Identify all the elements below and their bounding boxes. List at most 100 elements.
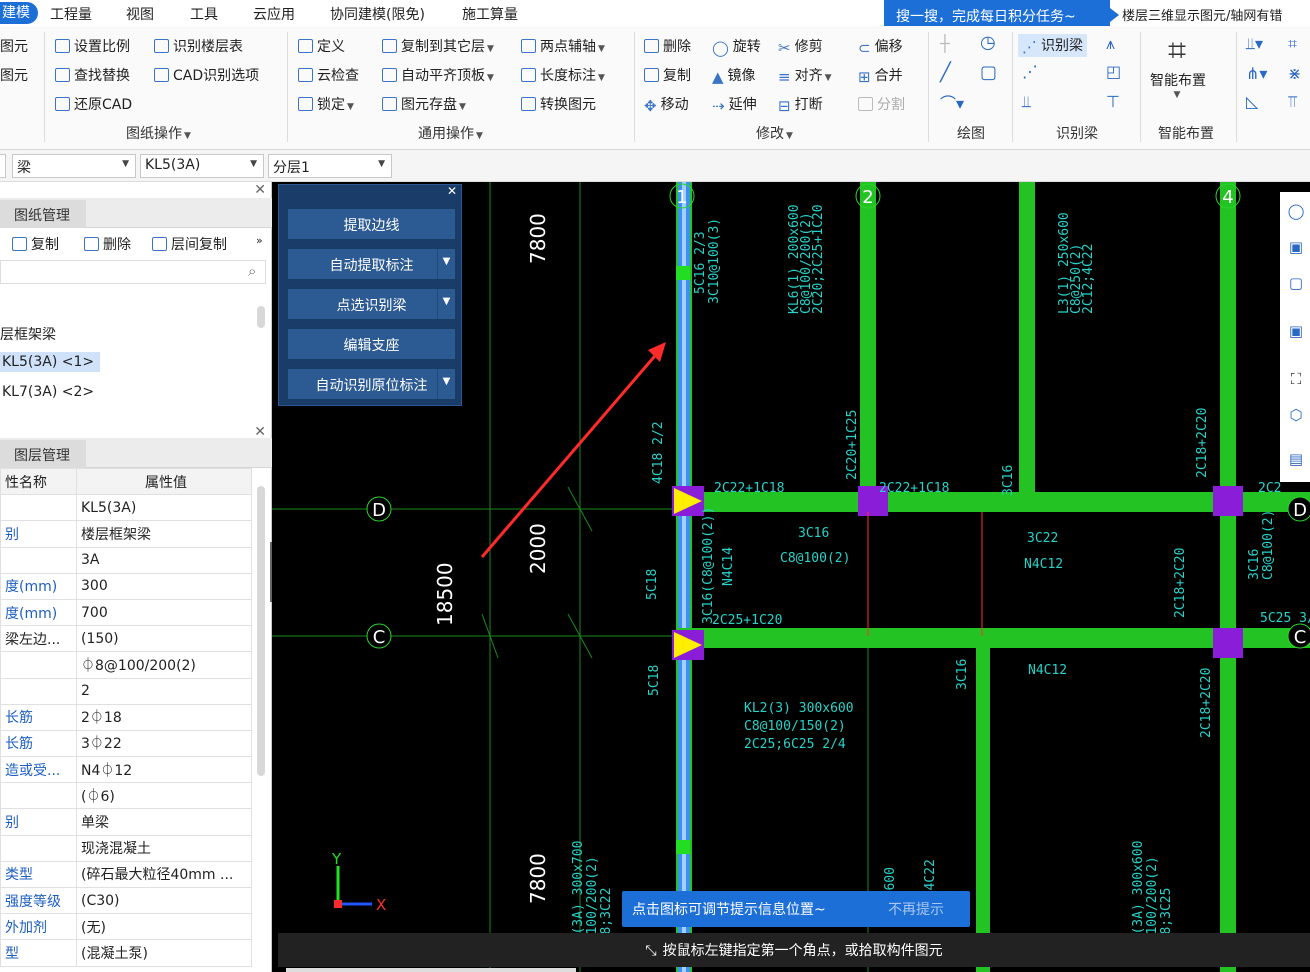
recognition-button[interactable]: 自动提取标注 ▼ (288, 249, 455, 279)
property-row[interactable]: 度(mm) 700 (0, 598, 252, 627)
property-value[interactable]: (碎石最大粒径40mm ... (76, 860, 252, 889)
recognize-beam-button[interactable]: ⋰ 识别梁 (1018, 34, 1087, 57)
property-value[interactable]: 2⏀18 (76, 703, 252, 731)
arc-tool-icon[interactable]: ⌒▾ (940, 90, 964, 114)
property-value[interactable]: 3⏀22 (76, 729, 252, 758)
search-icon[interactable]: ⌕ (248, 262, 256, 280)
clipped-button-2[interactable]: 图元 (0, 65, 28, 85)
component-select[interactable]: KL5(3A) ▼ (140, 154, 264, 178)
menu-tab-view[interactable]: 视图 (126, 4, 154, 24)
tab-drawing-management[interactable]: 图纸管理 (0, 200, 86, 228)
copy-to-layer-button[interactable]: 复制到其它层 ▼ (382, 36, 494, 56)
property-value[interactable]: 楼层框架梁 (76, 520, 252, 548)
point-tool-icon[interactable]: ┼ (940, 34, 950, 53)
close-icon[interactable]: ✕ (447, 184, 457, 198)
property-row[interactable]: 类型 (碎石最大粒径40mm ... (0, 860, 252, 889)
property-row[interactable]: 造或受... N4⏀12 (0, 756, 252, 784)
split-button[interactable]: 分割 (858, 94, 905, 114)
menu-tab-modeling[interactable]: 建模 (0, 2, 38, 24)
copy-button[interactable]: 复制 (644, 65, 691, 85)
recognize-tool-3-icon[interactable]: ◰ (1106, 62, 1121, 81)
property-row[interactable]: 2 (0, 677, 252, 705)
break-button[interactable]: ⊟ 打断 (778, 94, 823, 115)
property-value[interactable]: KL5(3A) (76, 494, 252, 522)
menu-tab-construction[interactable]: 施工算量 (462, 4, 518, 24)
property-scrollbar[interactable] (257, 486, 265, 776)
cube-icon[interactable]: ▢ (1286, 274, 1306, 294)
group-label-modify[interactable]: 修改 ▼ (756, 123, 793, 143)
menu-tab-collab[interactable]: 协同建模(限免) (330, 4, 425, 24)
recognize-floor-table-button[interactable]: 识别楼层表 (154, 36, 243, 56)
property-value[interactable]: 单梁 (76, 808, 252, 836)
property-value[interactable]: 300 (76, 572, 252, 600)
beam-l3[interactable] (1019, 182, 1035, 502)
document-icon[interactable]: ▤ (1286, 450, 1306, 470)
property-value[interactable]: 2 (76, 677, 252, 705)
grip-point[interactable] (676, 840, 690, 854)
auto-align-slab-button[interactable]: 自动平齐顶板 ▼ (382, 65, 494, 85)
clipped-button-1[interactable]: 图元 (0, 36, 28, 56)
clipped-combo[interactable] (0, 154, 6, 178)
property-value[interactable]: 3A (76, 546, 252, 574)
grip-point[interactable] (676, 266, 690, 280)
recognize-tool-5-icon[interactable]: ⊤ (1106, 92, 1120, 111)
property-row[interactable]: 3A (0, 546, 252, 574)
column-4c[interactable] (1213, 628, 1243, 658)
clock-tool-icon[interactable]: ◷ (980, 32, 996, 53)
tree-item-kl7[interactable]: KL7(3A) <2> (2, 384, 94, 400)
element-save-button[interactable]: 图元存盘 ▼ (382, 94, 466, 114)
tree-item-kl5[interactable]: KL5(3A) <1> (0, 352, 101, 372)
property-value[interactable]: (C30) (76, 886, 252, 915)
property-row[interactable]: KL5(3A) (0, 494, 252, 522)
property-value[interactable]: (150) (76, 625, 252, 653)
property-value[interactable]: (⏀6) (76, 782, 252, 810)
tab-layer-management[interactable]: 图层管理 (0, 440, 86, 468)
recognize-tool-2-icon[interactable]: ⋰ (1022, 62, 1038, 81)
recognize-option-icon[interactable]: ⩚ (1106, 34, 1115, 54)
property-row[interactable]: 长筋 2⏀18 (0, 703, 252, 731)
menu-tab-tools[interactable]: 工具 (190, 4, 218, 24)
recognition-button[interactable]: 编辑支座 (288, 329, 455, 359)
group-label-common-ops[interactable]: 通用操作 ▼ (418, 123, 483, 143)
recognize-tool-4-icon[interactable]: ⫫ (1022, 92, 1031, 112)
recognition-button[interactable]: 提取边线 (288, 209, 455, 239)
3d-view-icon[interactable]: ▣ (1286, 238, 1306, 258)
define-button[interactable]: 定义 (298, 36, 345, 56)
property-row[interactable]: 强度等级 (C30) (0, 886, 252, 915)
chevron-down-icon[interactable]: ▼ (437, 369, 455, 399)
recognition-button[interactable]: 自动识别原位标注 ▼ (288, 369, 455, 399)
bottom-scrollbar[interactable] (286, 968, 576, 972)
recognition-button[interactable]: 点选识别梁 ▼ (288, 289, 455, 319)
property-row[interactable]: 别楼层框架梁 (0, 520, 252, 548)
panel-floor-copy-button[interactable]: 层间复制 (152, 234, 227, 254)
close-icon[interactable]: ✕ (254, 182, 266, 198)
mirror-button[interactable]: ▲ 镜像 (712, 65, 756, 86)
extra-tool-2-icon[interactable]: ⌗ (1288, 34, 1297, 54)
tip-bubble[interactable]: 点击图标可调节提示信息位置~ 不再提示 (622, 891, 970, 927)
column-4d[interactable] (1213, 486, 1243, 516)
type-select[interactable]: 梁 ▼ (12, 154, 136, 178)
two-point-axis-button[interactable]: 两点辅轴 ▼ (521, 36, 605, 56)
box-select-icon[interactable]: ⬡ (1286, 406, 1306, 426)
menu-tab-quantity[interactable]: 工程量 (50, 4, 92, 24)
length-dimension-button[interactable]: 长度标注 ▼ (521, 65, 605, 85)
panel-delete-button[interactable]: 删除 (84, 234, 131, 254)
align-button[interactable]: ≡ 对齐 ▼ (778, 65, 832, 86)
chevron-down-icon[interactable]: ▼ (437, 289, 455, 319)
convert-element-button[interactable]: 转换图元 (521, 94, 596, 114)
property-row[interactable]: 别单梁 (0, 808, 252, 836)
panel-copy-button[interactable]: 复制 (12, 234, 59, 254)
search-input[interactable] (0, 260, 266, 284)
dismiss-tip-link[interactable]: 不再提示 (888, 899, 944, 919)
rotate-button[interactable]: ◯ 旋转 (712, 36, 761, 57)
chevron-down-icon[interactable]: ▼ (437, 249, 455, 279)
property-row[interactable]: 外加剂 (无) (0, 913, 252, 941)
fullscreen-icon[interactable]: ⛶ (1286, 370, 1306, 390)
more-icon[interactable]: » (256, 234, 263, 247)
cube-view-icon[interactable]: ▣ (1286, 322, 1306, 342)
property-row[interactable]: 梁左边... (150) (0, 625, 252, 653)
merge-button[interactable]: ⊞ 合并 (858, 65, 903, 86)
property-value[interactable]: N4⏀12 (76, 756, 252, 784)
group-label-drawing-ops[interactable]: 图纸操作 ▼ (126, 123, 191, 143)
beam-kl6[interactable] (860, 182, 876, 502)
